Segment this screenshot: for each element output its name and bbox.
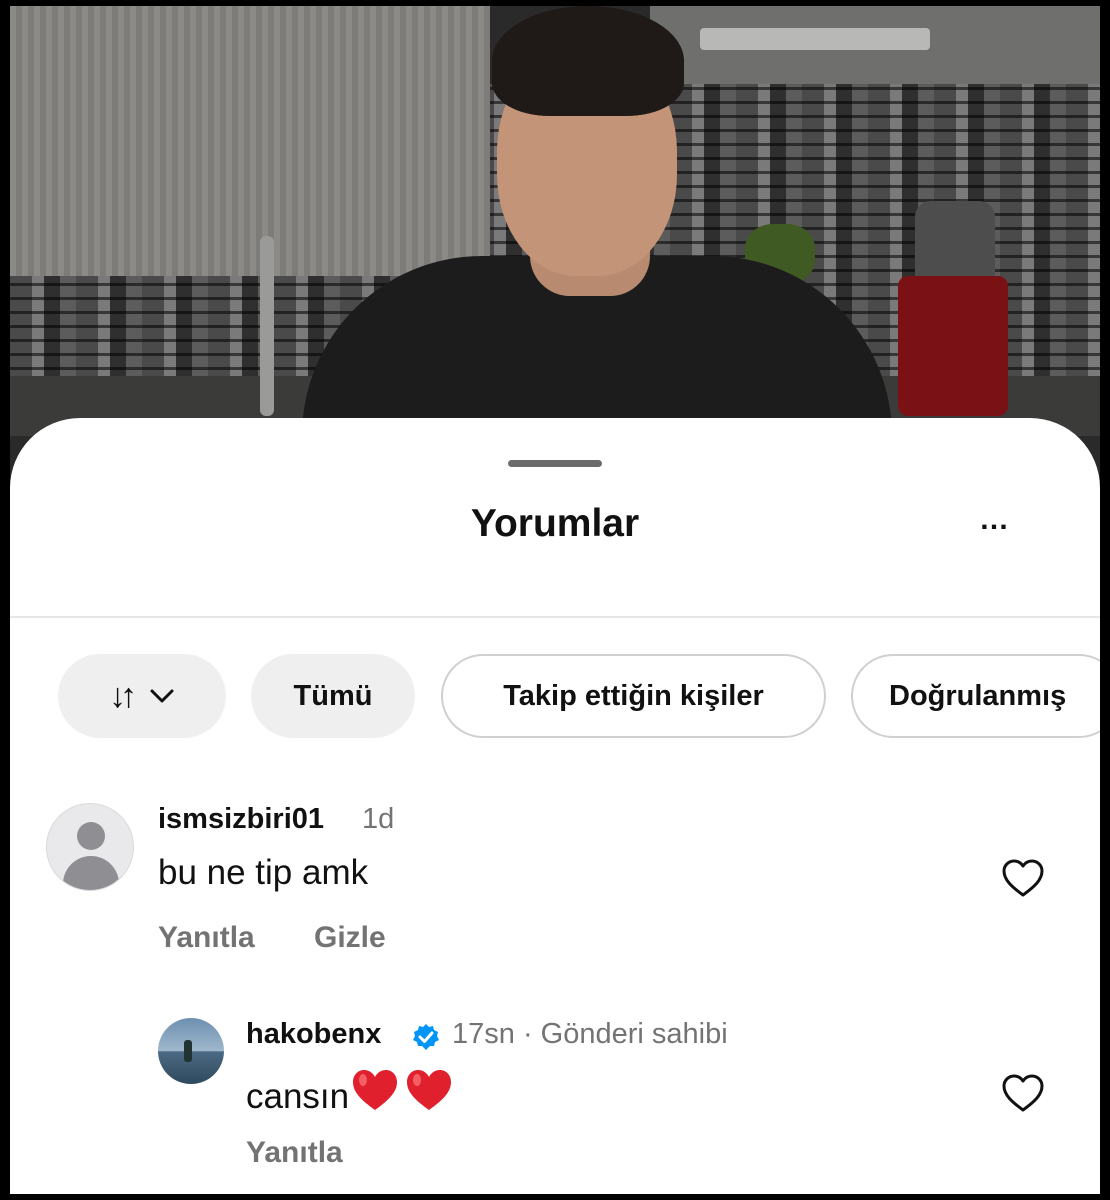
- filter-chip-verified[interactable]: Doğrulanmış: [851, 654, 1100, 738]
- person-hair: [492, 6, 684, 116]
- kettle-lid: [915, 201, 995, 281]
- curtain: [10, 6, 490, 276]
- verified-badge-icon: [413, 1024, 439, 1050]
- chevron-down-icon: [150, 689, 174, 703]
- heart-icon[interactable]: [1000, 857, 1046, 899]
- sheet-grabber[interactable]: [508, 460, 602, 467]
- reply-button[interactable]: Yanıtla: [158, 921, 255, 955]
- post-photo: [10, 6, 1100, 436]
- filter-chip-all[interactable]: Tümü: [251, 654, 415, 738]
- heart-icon[interactable]: [1000, 1072, 1046, 1114]
- range-hood: [700, 28, 930, 50]
- reply-text: cansın: [246, 1077, 350, 1116]
- comment-text: bu ne tip amk: [158, 853, 369, 892]
- sort-button[interactable]: ↓↑: [58, 654, 226, 738]
- faucet: [260, 236, 274, 416]
- heart-emojis: ❤️ ❤️: [351, 1068, 455, 1123]
- sheet-title: Yorumlar: [470, 502, 640, 545]
- comments-sheet: Yorumlar … ↓↑ Tümü Takip ettiğin kişiler…: [10, 418, 1100, 1194]
- sort-icon: ↓↑: [109, 676, 137, 715]
- comment-username[interactable]: ismsizbiri01: [158, 803, 324, 836]
- more-options-icon[interactable]: …: [965, 505, 1025, 540]
- reply-text-row: cansın ❤️ ❤️: [246, 1068, 455, 1123]
- reply-meta: 17sn · Gönderi sahibi: [452, 1018, 728, 1050]
- header-divider: [10, 616, 1100, 618]
- red-heart-emoji-icon: [353, 1070, 452, 1110]
- avatar-body-shape: [63, 856, 119, 890]
- avatar-head-shape: [77, 822, 105, 850]
- avatar-figure: [184, 1040, 192, 1062]
- screenshot-frame: Yorumlar … ↓↑ Tümü Takip ettiğin kişiler…: [10, 6, 1100, 1194]
- comment-time: 1d: [362, 803, 395, 835]
- reply-button[interactable]: Yanıtla: [246, 1136, 343, 1170]
- reply-username[interactable]: hakobenx: [246, 1018, 381, 1051]
- default-avatar-icon[interactable]: [46, 803, 134, 891]
- hide-button[interactable]: Gizle: [314, 921, 386, 955]
- kettle: [898, 276, 1008, 416]
- filter-chip-following[interactable]: Takip ettiğin kişiler: [441, 654, 826, 738]
- profile-avatar[interactable]: [158, 1018, 224, 1084]
